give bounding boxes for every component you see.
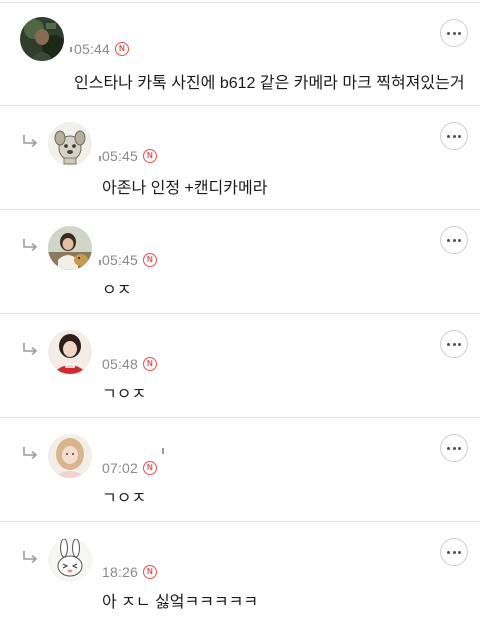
more-options-button[interactable]	[440, 330, 468, 358]
comment-time: 05:48	[102, 356, 139, 372]
comment-time: 05:44	[74, 41, 111, 57]
more-options-icon	[447, 134, 461, 138]
new-badge-icon: N	[143, 357, 158, 371]
more-options-icon	[447, 31, 461, 35]
more-options-icon	[447, 238, 461, 242]
comment-thread: 05:44 N 인스타나 카톡 사진에 b612 같은 카메라 마크 찍혀져있는…	[0, 0, 480, 624]
avatar[interactable]	[48, 122, 92, 166]
more-options-button[interactable]	[440, 434, 468, 462]
timestamp-mark	[99, 156, 101, 161]
new-badge-icon: N	[115, 42, 130, 56]
comment-text: ㄱㅇㅈ	[102, 490, 147, 507]
reply-item: 18:26 N 아 ㅈㄴ 싫엌ㅋㅋㅋㅋㅋ	[0, 522, 480, 624]
timestamp-mark	[70, 47, 72, 52]
comment-time: 05:45	[102, 148, 139, 164]
reply-arrow-icon	[23, 447, 38, 460]
reply-arrow-icon	[23, 239, 38, 252]
avatar[interactable]	[48, 330, 92, 374]
comment-meta: 05:45 N	[102, 252, 158, 268]
reply-item: 05:45 N 아존나 인정 +캔디카메라	[0, 106, 480, 210]
comment-text: 아 ㅈㄴ 싫엌ㅋㅋㅋㅋㅋ	[102, 594, 259, 611]
more-options-button[interactable]	[440, 538, 468, 566]
comment-text: 아존나 인정 +캔디카메라	[102, 180, 268, 197]
avatar[interactable]	[48, 538, 92, 582]
more-options-button[interactable]	[440, 226, 468, 254]
comment-text: ㄱㅇㅈ	[102, 386, 147, 403]
avatar[interactable]	[20, 17, 64, 61]
comment-text: 인스타나 카톡 사진에 b612 같은 카메라 마크 찍혀져있는거	[74, 75, 465, 92]
reply-arrow-icon	[23, 343, 38, 356]
more-options-button[interactable]	[440, 122, 468, 150]
comment-time: 18:26	[102, 564, 139, 580]
timestamp-mark	[162, 448, 164, 454]
new-badge-icon: N	[143, 461, 158, 475]
avatar[interactable]	[48, 434, 92, 478]
comment-text: ㅇㅈ	[102, 282, 132, 299]
comment-meta: 05:44 N	[74, 41, 130, 57]
reply-arrow-icon	[23, 135, 38, 148]
more-options-icon	[447, 550, 461, 554]
more-options-icon	[447, 342, 461, 346]
comment-item: 05:44 N 인스타나 카톡 사진에 b612 같은 카메라 마크 찍혀져있는…	[0, 2, 480, 106]
comment-time: 05:45	[102, 252, 139, 268]
avatar[interactable]	[48, 226, 92, 270]
comment-meta: 05:45 N	[102, 148, 158, 164]
reply-item: 05:48 N ㄱㅇㅈ	[0, 314, 480, 418]
comment-meta: 07:02 N	[102, 460, 158, 476]
more-options-icon	[447, 446, 461, 450]
reply-arrow-icon	[23, 551, 38, 564]
reply-item: 07:02 N ㄱㅇㅈ	[0, 418, 480, 522]
comment-meta: 18:26 N	[102, 564, 158, 580]
comment-meta: 05:48 N	[102, 356, 158, 372]
new-badge-icon: N	[143, 253, 158, 267]
new-badge-icon: N	[143, 565, 158, 579]
comment-time: 07:02	[102, 460, 139, 476]
new-badge-icon: N	[143, 149, 158, 163]
more-options-button[interactable]	[440, 19, 468, 47]
reply-item: 05:45 N ㅇㅈ	[0, 210, 480, 314]
timestamp-mark	[99, 260, 101, 265]
